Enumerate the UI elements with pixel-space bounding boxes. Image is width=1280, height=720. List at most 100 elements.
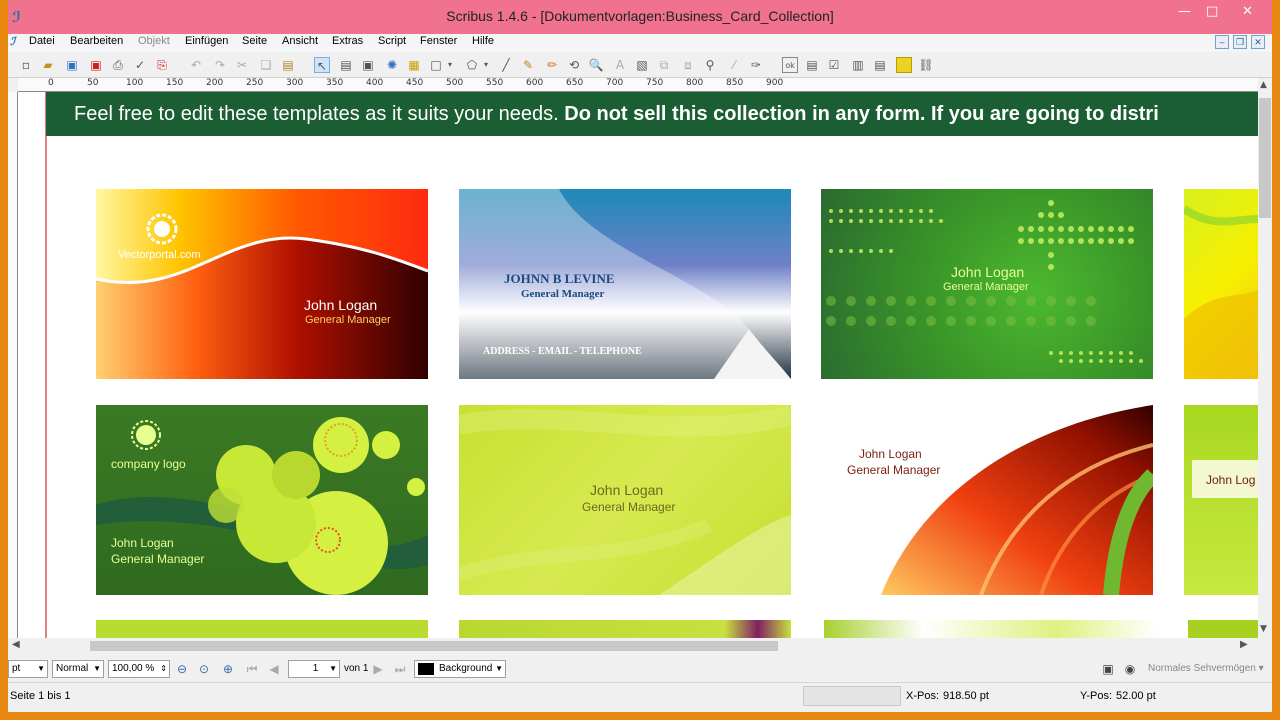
maximize-button[interactable]: □ [1206, 4, 1218, 19]
first-page-icon[interactable]: ⏮ [244, 661, 260, 677]
menu-hilfe[interactable]: Hilfe [472, 35, 494, 47]
menu-extras[interactable]: Extras [332, 35, 363, 47]
menu-objekt[interactable]: Objekt [138, 35, 170, 47]
print-icon[interactable]: ⎙ [110, 57, 126, 73]
measure-icon[interactable]: ⚲ [702, 57, 718, 73]
cut-icon[interactable]: ✂ [234, 57, 250, 73]
previous-page-icon[interactable]: ◀ [266, 661, 282, 677]
business-card-7[interactable]: John Logan General Manager [821, 405, 1153, 595]
ruler-label: 400 [366, 78, 384, 88]
ruler-label: 500 [446, 78, 464, 88]
business-card-1[interactable]: Vectorportal.com John Logan General Mana… [96, 189, 428, 379]
layer-select[interactable]: Background ▼ [414, 660, 506, 678]
preflight-icon[interactable]: ✓ [132, 57, 148, 73]
open-icon[interactable]: ▰ [40, 57, 56, 73]
redo-icon[interactable]: ↷ [212, 57, 228, 73]
bezier-icon[interactable]: ✎ [520, 57, 536, 73]
zoom-field[interactable]: 100,00 % ⇕ [108, 660, 170, 678]
card-1-name: John Logan [304, 297, 378, 313]
render-frame-icon[interactable]: ✺ [384, 57, 400, 73]
close-document-icon[interactable]: ▣ [88, 57, 104, 73]
image-frame-icon[interactable]: ▣ [360, 57, 376, 73]
table-icon[interactable]: ▦ [406, 57, 422, 73]
eyedropper-icon[interactable]: ✑ [748, 57, 764, 73]
copy-icon[interactable]: ❏ [258, 57, 274, 73]
y-pos-label: Y-Pos: [1080, 690, 1113, 702]
menu-script[interactable]: Script [378, 35, 406, 47]
menu-ansicht[interactable]: Ansicht [282, 35, 318, 47]
paste-icon[interactable]: ▤ [280, 57, 296, 73]
business-card-2[interactable]: JOHNN B LEVINE General Manager ADDRESS -… [459, 189, 791, 379]
pdf-export-icon[interactable]: ⎘ [154, 57, 170, 73]
doc-close-button[interactable]: ✕ [1251, 35, 1265, 49]
scroll-up-arrow-icon[interactable]: ▲ [1260, 80, 1267, 90]
text-annotation-icon[interactable] [896, 57, 912, 73]
next-page-icon[interactable]: ▶ [370, 661, 386, 677]
scroll-left-arrow-icon[interactable]: ◀ [12, 639, 20, 650]
text-frame-icon[interactable]: ▤ [338, 57, 354, 73]
doc-minimize-button[interactable]: – [1215, 35, 1229, 49]
zoom-in-icon[interactable]: ⊕ [220, 661, 236, 677]
minimize-button[interactable]: — [1178, 4, 1191, 19]
zoom-out-icon[interactable]: ⊖ [174, 661, 190, 677]
link-annotation-icon[interactable]: ⛓ [918, 57, 934, 73]
layer-color-swatch [418, 663, 434, 675]
last-page-icon[interactable]: ⏭ [392, 661, 408, 677]
pdf-textfield-icon[interactable]: ▤ [804, 57, 820, 73]
business-card-11[interactable] [824, 620, 1156, 638]
menu-bearbeiten[interactable]: Bearbeiten [70, 35, 123, 47]
document-canvas[interactable]: Feel free to edit these templates as it … [18, 92, 1258, 638]
new-document-icon[interactable]: ▫ [18, 57, 34, 73]
menu-einfuegen[interactable]: Einfügen [185, 35, 228, 47]
save-icon[interactable]: ▣ [64, 57, 80, 73]
business-card-6[interactable]: John Logan General Manager [459, 405, 791, 595]
business-card-4[interactable] [1184, 189, 1258, 379]
business-card-10[interactable] [459, 620, 791, 638]
business-card-12[interactable] [1188, 620, 1258, 638]
pdf-button-icon[interactable]: ok [782, 57, 798, 73]
pdf-checkbox-icon[interactable]: ☑ [826, 57, 842, 73]
horizontal-scrollbar[interactable]: ◀ ▶ [8, 638, 1258, 654]
horizontal-scroll-thumb[interactable] [90, 641, 778, 651]
shape-dropdown-icon[interactable]: ▾ [442, 57, 458, 73]
business-card-8[interactable]: John Log [1184, 405, 1258, 595]
zoom-icon[interactable]: 🔍 [588, 57, 604, 73]
line-icon[interactable]: ╱ [498, 57, 514, 73]
freehand-icon[interactable]: ✏ [544, 57, 560, 73]
select-tool-icon[interactable]: ↖ [314, 57, 330, 73]
ruler-label: 600 [526, 78, 544, 88]
undo-icon[interactable]: ↶ [188, 57, 204, 73]
edit-text-icon[interactable]: ▧ [634, 57, 650, 73]
vertical-scrollbar[interactable]: ▲ ▼ [1258, 78, 1272, 638]
edit-contents-icon[interactable]: A [612, 57, 628, 73]
progress-field [803, 686, 901, 706]
scroll-right-arrow-icon[interactable]: ▶ [1240, 639, 1248, 650]
business-card-9[interactable] [96, 620, 428, 638]
copy-properties-icon[interactable]: ⁄ [726, 57, 742, 73]
doc-restore-button[interactable]: ❐ [1233, 35, 1247, 49]
rotate-icon[interactable]: ⟲ [566, 57, 582, 73]
vision-mode-select[interactable]: Normales Sehvermögen ▾ [1148, 663, 1264, 674]
menu-fenster[interactable]: Fenster [420, 35, 457, 47]
preview-icon[interactable]: ▣ [1100, 661, 1116, 677]
vertical-scroll-thumb[interactable] [1259, 98, 1271, 218]
pdf-listbox-icon[interactable]: ▤ [872, 57, 888, 73]
business-card-3[interactable]: John Logan General Manager [821, 189, 1153, 379]
unit-select[interactable]: pt ▼ [8, 660, 48, 678]
menu-datei[interactable]: Datei [29, 35, 55, 47]
visual-mode-icon[interactable]: ◉ [1122, 661, 1138, 677]
close-button[interactable]: ✕ [1242, 4, 1253, 19]
unlink-frames-icon[interactable]: ⧈ [680, 57, 696, 73]
page-count-label: von 1 [344, 663, 369, 674]
scroll-down-arrow-icon[interactable]: ▼ [1260, 624, 1267, 634]
zoom-100-icon[interactable]: ⊙ [196, 661, 212, 677]
polygon-dropdown-icon[interactable]: ▾ [478, 57, 494, 73]
business-card-5[interactable]: company logo John Logan General Manager [96, 405, 428, 595]
menu-seite[interactable]: Seite [242, 35, 267, 47]
page-select[interactable]: 1 ▼ [288, 660, 340, 678]
pdf-combobox-icon[interactable]: ▥ [850, 57, 866, 73]
link-frames-icon[interactable]: ⧉ [656, 57, 672, 73]
card-7-name: John Logan [859, 447, 922, 461]
view-mode-select[interactable]: Normal ▼ [52, 660, 104, 678]
ruler-label: 150 [166, 78, 184, 88]
